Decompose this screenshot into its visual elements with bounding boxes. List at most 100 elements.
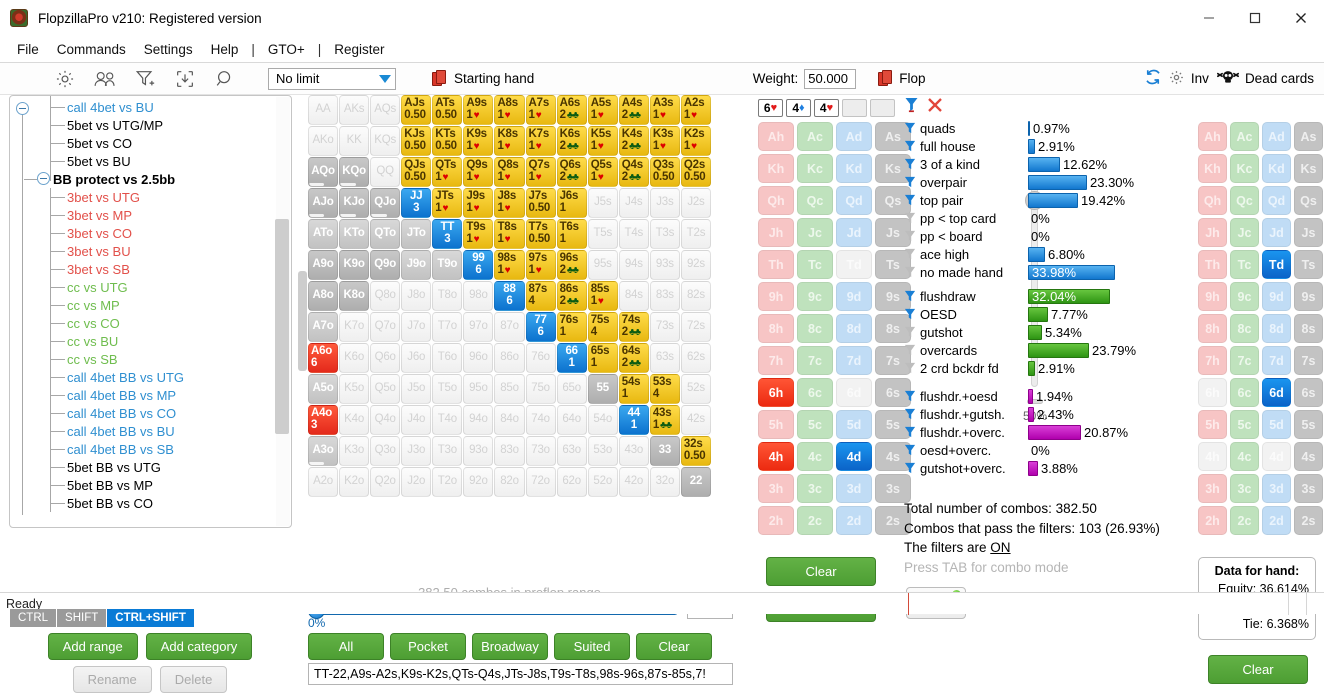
matrix-cell[interactable]: 64o <box>557 405 587 435</box>
modifier-ctrl[interactable]: CTRL <box>10 609 56 627</box>
matrix-cell[interactable]: T6o <box>432 343 462 373</box>
suited-button[interactable]: Suited <box>554 633 630 660</box>
matrix-cell[interactable]: 98o <box>463 281 493 311</box>
dead-card[interactable]: 6d <box>1262 378 1291 407</box>
dead-card[interactable]: 7h <box>1198 346 1227 375</box>
matrix-cell[interactable]: J3o <box>401 436 431 466</box>
tree-item[interactable]: cc vs CO <box>10 314 291 332</box>
matrix-cell[interactable]: 87s4 <box>526 281 556 311</box>
dead-card[interactable]: 9h <box>1198 282 1227 311</box>
matrix-cell[interactable]: K6s2♣♣ <box>557 126 587 156</box>
matrix-cell[interactable]: K4s2♣♣ <box>619 126 649 156</box>
matrix-cell[interactable]: 42o <box>619 467 649 497</box>
matrix-cell[interactable]: 92s <box>681 250 711 280</box>
tree-expander[interactable] <box>37 172 50 185</box>
dead-cards-grid[interactable]: AhAcAdAsKhKcKdKsQhQcQdQsJhJcJdJsThTcTdTs… <box>1198 122 1323 535</box>
matrix-cell[interactable]: 72o <box>526 467 556 497</box>
matrix-cell[interactable]: 54o <box>588 405 618 435</box>
dead-card[interactable]: 8d <box>1262 314 1291 343</box>
funnel-icon[interactable] <box>904 426 916 439</box>
funnel-icon[interactable] <box>904 97 919 116</box>
matrix-cell[interactable]: 87o <box>494 312 524 342</box>
matrix-cell[interactable]: A9s1♥ <box>463 95 493 125</box>
dead-card[interactable]: 3s <box>1294 474 1323 503</box>
matrix-cell[interactable]: J2o <box>401 467 431 497</box>
flop-card[interactable]: Jh <box>758 218 794 247</box>
dead-card[interactable]: 9d <box>1262 282 1291 311</box>
flop-card[interactable]: 7c <box>797 346 833 375</box>
people-icon[interactable] <box>92 67 118 91</box>
matrix-cell[interactable]: 97s1♥ <box>526 250 556 280</box>
flop-card-picker[interactable]: AhAcAdAsKhKcKdKsQhQcQdQsJhJcJdJsThTcTdTs… <box>758 122 911 535</box>
maximize-icon[interactable] <box>1232 0 1278 36</box>
tree-item[interactable]: 3bet vs CO <box>10 224 291 242</box>
matrix-cell[interactable]: 43o <box>619 436 649 466</box>
matrix-cell[interactable]: Q5s1♥ <box>588 157 618 187</box>
funnel-icon[interactable] <box>904 390 916 403</box>
matrix-cell[interactable]: T9o <box>432 250 462 280</box>
matrix-cell[interactable]: K4o <box>339 405 369 435</box>
funnel-icon[interactable] <box>904 408 916 421</box>
matrix-cell[interactable]: 98s1♥ <box>494 250 524 280</box>
gear-icon[interactable] <box>1168 69 1185 89</box>
dead-cards-group[interactable]: Dead cards <box>1217 69 1314 89</box>
flop-card[interactable]: 6d <box>836 378 872 407</box>
broadway-button[interactable]: Broadway <box>472 633 548 660</box>
flop-card[interactable]: 7h <box>758 346 794 375</box>
matrix-cell[interactable]: J7s0.50 <box>526 188 556 218</box>
red-x-icon[interactable] <box>927 97 943 116</box>
matrix-cell[interactable]: A5o <box>308 374 338 404</box>
dead-card[interactable]: 5h <box>1198 410 1227 439</box>
matrix-cell[interactable]: T2o <box>432 467 462 497</box>
dead-card[interactable]: Kh <box>1198 154 1227 183</box>
matrix-cell[interactable]: Q4s2♣♣ <box>619 157 649 187</box>
dead-card[interactable]: 3d <box>1262 474 1291 503</box>
matrix-cell[interactable]: Q3o <box>370 436 400 466</box>
matrix-cell[interactable]: KTs0.50 <box>432 126 462 156</box>
matrix-cell[interactable]: A7s1♥ <box>526 95 556 125</box>
matrix-cell[interactable]: 75o <box>526 374 556 404</box>
flop-card[interactable]: Td <box>836 250 872 279</box>
dead-card[interactable]: As <box>1294 122 1323 151</box>
dead-card[interactable]: 5c <box>1230 410 1259 439</box>
flop-card[interactable]: Ah <box>758 122 794 151</box>
matrix-cell[interactable]: 64s2♣♣ <box>619 343 649 373</box>
matrix-cell[interactable]: T4o <box>432 405 462 435</box>
dead-card[interactable]: Js <box>1294 218 1323 247</box>
matrix-cell[interactable]: 32o <box>650 467 680 497</box>
refresh-icon[interactable] <box>1144 68 1162 89</box>
matrix-cell[interactable]: 82s <box>681 281 711 311</box>
matrix-cell[interactable]: K6o <box>339 343 369 373</box>
menu-commands[interactable]: Commands <box>48 39 135 60</box>
funnel-icon[interactable] <box>904 444 916 457</box>
matrix-cell[interactable]: Q5o <box>370 374 400 404</box>
dead-card[interactable]: Ks <box>1294 154 1323 183</box>
dead-card[interactable]: Tc <box>1230 250 1259 279</box>
funnel-icon[interactable] <box>904 344 916 357</box>
matrix-cell[interactable]: A6o6 <box>308 343 338 373</box>
matrix-cell[interactable]: 86o <box>494 343 524 373</box>
matrix-cell[interactable]: K5s1♥ <box>588 126 618 156</box>
matrix-cell[interactable]: 72s <box>681 312 711 342</box>
matrix-cell[interactable]: Q3s0.50 <box>650 157 680 187</box>
matrix-cell[interactable]: 96o <box>463 343 493 373</box>
funnel-icon[interactable] <box>904 140 916 153</box>
matrix-cell[interactable]: 94s <box>619 250 649 280</box>
matrix-cell[interactable]: 63o <box>557 436 587 466</box>
matrix-cell[interactable]: Q2s0.50 <box>681 157 711 187</box>
matrix-cell[interactable]: A2o <box>308 467 338 497</box>
matrix-cell[interactable]: Q6s2♣♣ <box>557 157 587 187</box>
dead-card[interactable]: Th <box>1198 250 1227 279</box>
flop-card[interactable]: 4c <box>797 442 833 471</box>
matrix-cell[interactable]: 74s2♣♣ <box>619 312 649 342</box>
delete-button[interactable]: Delete <box>160 666 228 693</box>
funnel-icon[interactable] <box>904 326 916 339</box>
matrix-cell[interactable]: T7s0.50 <box>526 219 556 249</box>
rename-button[interactable]: Rename <box>73 666 152 693</box>
flop-card[interactable]: Th <box>758 250 794 279</box>
tree-item[interactable]: 5bet vs BU <box>10 152 291 170</box>
flop-card[interactable]: 5c <box>797 410 833 439</box>
hand-matrix[interactable]: AAAKsAQsAJs0.50ATs0.50A9s1♥A8s1♥A7s1♥A6s… <box>308 95 711 497</box>
matrix-cell[interactable]: 85s1♥ <box>588 281 618 311</box>
matrix-cell[interactable]: A7o <box>308 312 338 342</box>
